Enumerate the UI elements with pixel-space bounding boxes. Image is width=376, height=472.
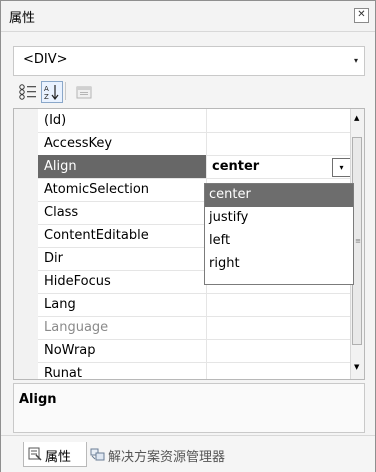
dropdown-option-center[interactable]: center: [205, 184, 353, 207]
alphabetical-icon: A Z: [44, 85, 59, 101]
row-gutter: [14, 270, 38, 293]
property-name: AtomicSelection: [44, 182, 150, 197]
dropdown-option-left[interactable]: left: [205, 230, 353, 253]
property-name: Lang: [44, 297, 76, 312]
property-row-language[interactable]: Language: [14, 316, 350, 340]
column-divider: [206, 155, 207, 178]
property-name: AccessKey: [44, 136, 113, 151]
column-divider: [206, 362, 207, 379]
object-selector-value: <DIV>: [23, 52, 68, 67]
property-row-nowrap[interactable]: NoWrap: [14, 339, 350, 363]
dropdown-option-right[interactable]: right: [205, 253, 353, 276]
solution-explorer-icon: [90, 448, 105, 461]
chevron-down-icon[interactable]: ▾: [354, 56, 358, 65]
row-gutter: [14, 178, 38, 201]
property-row-runat[interactable]: Runat: [14, 362, 350, 380]
tab-label: 解决方案资源管理器: [108, 450, 226, 465]
row-gutter: [14, 201, 38, 224]
property-row-id[interactable]: (Id): [14, 109, 350, 133]
properties-icon: [28, 447, 42, 461]
property-row-accesskey[interactable]: AccessKey: [14, 132, 350, 156]
property-name: NoWrap: [44, 343, 96, 358]
properties-toolbar: A Z: [13, 81, 363, 105]
scroll-up-icon[interactable]: ▲: [354, 114, 359, 122]
row-gutter: [14, 132, 38, 155]
alphabetical-button[interactable]: A Z: [41, 81, 63, 103]
option-label: right: [209, 256, 240, 271]
row-gutter: [14, 362, 38, 379]
toolbar-separator: [65, 82, 66, 100]
property-name: Align: [44, 159, 77, 174]
row-gutter: [14, 339, 38, 362]
row-gutter: [14, 316, 38, 339]
property-row-lang[interactable]: Lang: [14, 293, 350, 317]
property-pages-button[interactable]: [73, 81, 95, 103]
row-gutter: [14, 109, 38, 132]
align-dropdown-list: center justify left right: [204, 183, 354, 285]
property-name: Dir: [44, 251, 63, 266]
scroll-down-icon[interactable]: ▼: [354, 363, 359, 371]
align-dropdown-button[interactable]: ▾: [332, 158, 351, 177]
row-gutter: [14, 224, 38, 247]
property-row-align[interactable]: Align center ▾: [14, 155, 351, 179]
property-pages-icon: [76, 86, 92, 99]
column-divider: [206, 316, 207, 339]
property-name: Runat: [44, 366, 82, 380]
row-gutter: [14, 293, 38, 316]
property-value[interactable]: center: [212, 159, 259, 174]
column-divider: [206, 339, 207, 362]
grip-icon: ≡: [355, 237, 361, 245]
property-name: (Id): [44, 113, 67, 128]
panel-title: 属性: [9, 11, 36, 26]
column-divider: [206, 109, 207, 132]
row-gutter: [14, 247, 38, 270]
properties-panel: 属性 ✕ <DIV> ▾ A Z (Id) AccessKey Align ce…: [0, 0, 376, 472]
property-name: HideFocus: [44, 274, 111, 289]
option-label: justify: [209, 210, 249, 225]
description-pane: Align: [13, 383, 365, 433]
categorized-button[interactable]: [17, 81, 39, 103]
tab-label: 属性: [45, 450, 72, 465]
property-name: Class: [44, 205, 79, 220]
dropdown-option-justify[interactable]: justify: [205, 207, 353, 230]
categorized-icon: [19, 84, 36, 100]
svg-text:A: A: [44, 85, 49, 93]
option-label: left: [209, 233, 231, 248]
svg-text:Z: Z: [44, 93, 49, 101]
object-selector[interactable]: <DIV> ▾: [13, 46, 365, 76]
title-bar: 属性 ✕: [1, 1, 375, 32]
property-name: ContentEditable: [44, 228, 149, 243]
row-gutter: [14, 155, 38, 178]
tab-solution-explorer[interactable]: 解决方案资源管理器: [87, 442, 257, 466]
description-title: Align: [19, 392, 57, 407]
tab-properties[interactable]: 属性: [23, 442, 87, 467]
property-name: Language: [44, 320, 109, 335]
column-divider: [206, 132, 207, 155]
close-button[interactable]: ✕: [354, 8, 369, 23]
bottom-tabs: 属性 解决方案资源管理器: [1, 435, 375, 472]
column-divider: [206, 293, 207, 316]
option-label: center: [209, 187, 251, 202]
